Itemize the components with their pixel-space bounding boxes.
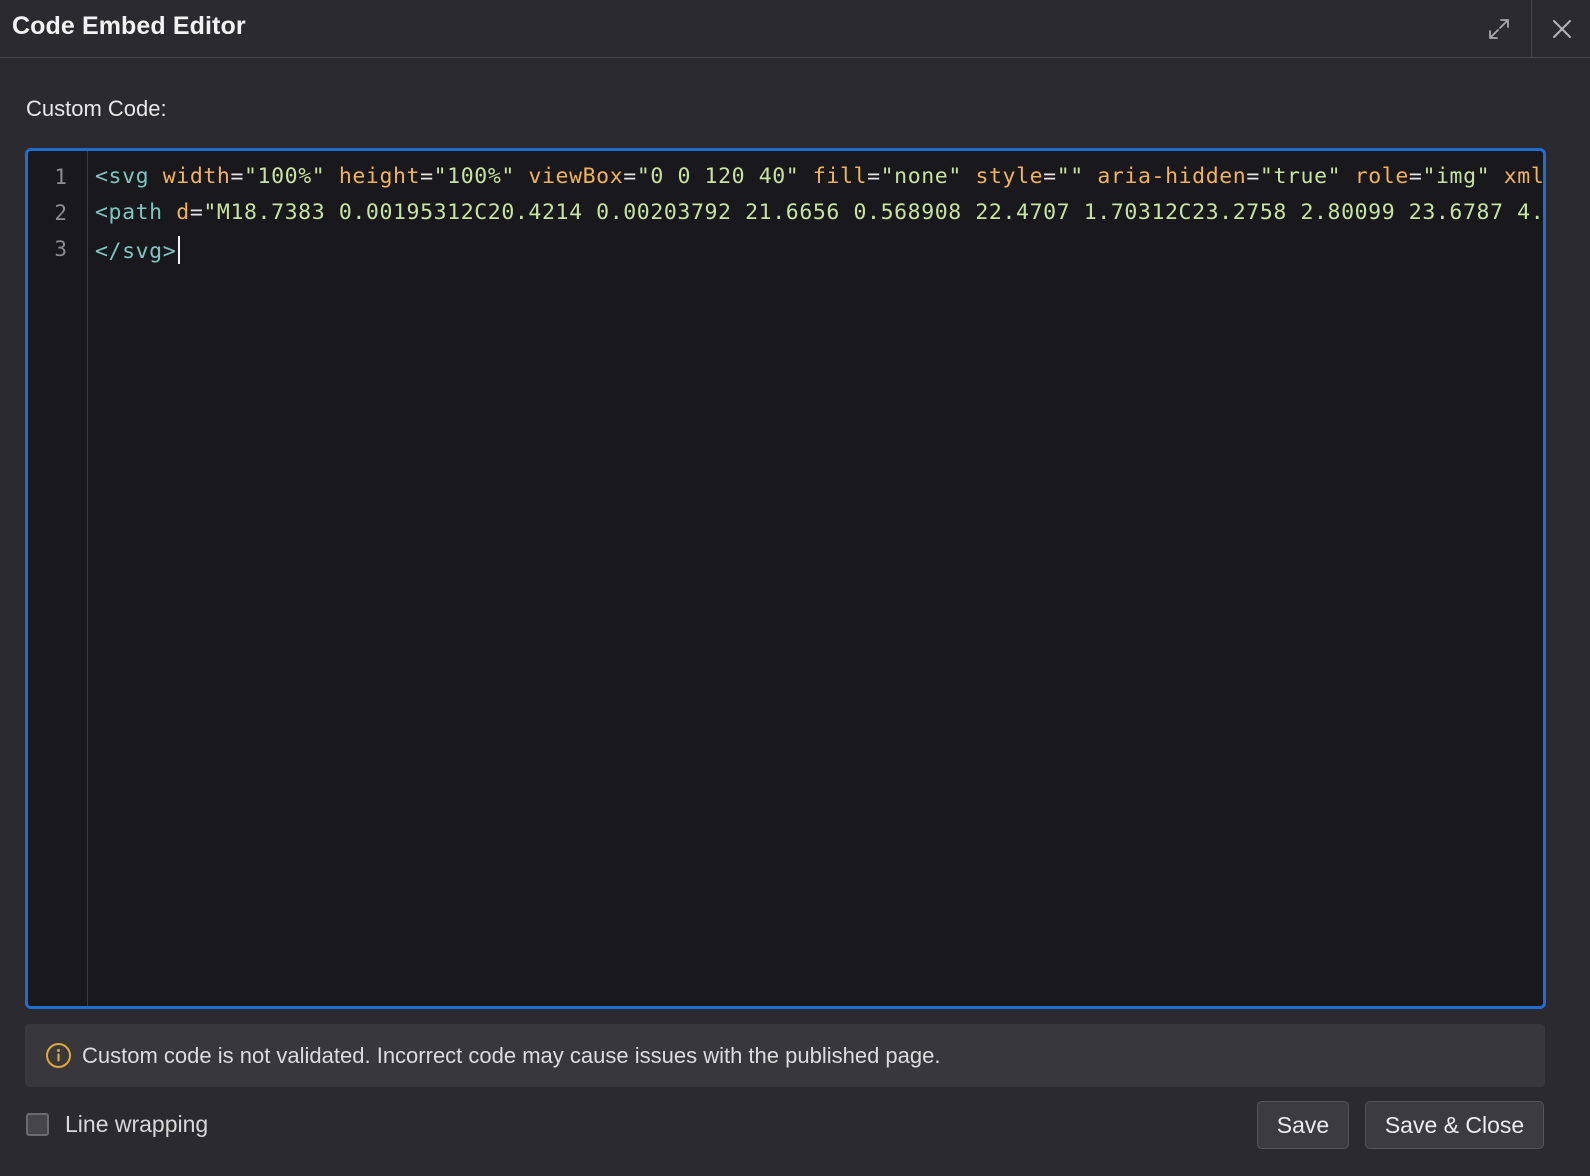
code-token: = <box>867 164 881 189</box>
text-cursor <box>178 236 181 264</box>
code-token: = <box>420 164 434 189</box>
save-close-button[interactable]: Save & Close <box>1365 1101 1544 1149</box>
code-token: <svg <box>95 164 150 189</box>
code-token: = <box>1408 164 1423 189</box>
code-line[interactable]: </svg> <box>95 236 181 264</box>
code-token: aria-hidden <box>1097 164 1247 189</box>
custom-code-label: Custom Code: <box>26 96 167 121</box>
code-token: "100%" <box>433 164 515 189</box>
line-number: 2 <box>54 201 67 225</box>
code-token: d <box>176 200 190 225</box>
code-token: = <box>1043 164 1057 189</box>
code-token: role <box>1354 164 1409 189</box>
code-token: xmln <box>1503 164 1543 189</box>
code-token: "M18.7383 0.00195312C20.4214 0.00203792 … <box>203 200 1543 225</box>
line-wrapping-label[interactable]: Line wrapping <box>65 1111 208 1138</box>
code-token: "100%" <box>244 164 326 189</box>
code-line[interactable]: <path d="M18.7383 0.00195312C20.4214 0.0… <box>95 200 1543 225</box>
code-token: "true" <box>1259 164 1342 189</box>
close-icon <box>1552 20 1571 38</box>
code-token: style <box>975 164 1044 189</box>
code-token: "img" <box>1422 164 1491 189</box>
dialog-title: Code Embed Editor <box>12 12 246 40</box>
code-line[interactable]: <svg width="100%" height="100%" viewBox=… <box>95 164 1543 189</box>
code-token: fill <box>812 164 868 189</box>
code-token: height <box>338 164 421 189</box>
code-token: viewBox <box>528 164 624 189</box>
line-number-gutter: 1 2 3 <box>28 151 88 1006</box>
save-button[interactable]: Save <box>1257 1101 1349 1149</box>
expand-arrows-icon <box>1489 19 1509 39</box>
code-token: = <box>1246 164 1260 189</box>
expand-button[interactable] <box>1468 0 1530 58</box>
validation-warning: Custom code is not validated. Incorrect … <box>25 1024 1545 1087</box>
code-content[interactable]: <svg width="100%" height="100%" viewBox=… <box>95 151 1543 1006</box>
code-token: = <box>230 164 245 189</box>
code-token: = <box>623 164 637 189</box>
dialog-header: Code Embed Editor <box>0 0 1590 58</box>
code-token: width <box>162 164 231 189</box>
close-button[interactable] <box>1531 0 1590 58</box>
line-number: 3 <box>54 237 67 261</box>
code-token: = <box>189 200 204 225</box>
code-token: <path <box>95 200 163 225</box>
code-token: </svg> <box>95 239 177 264</box>
code-token: "none" <box>880 164 962 189</box>
code-token: "" <box>1056 164 1084 189</box>
code-token: "0 0 120 40" <box>636 164 800 189</box>
info-icon <box>46 1043 71 1068</box>
line-wrapping-checkbox[interactable] <box>26 1113 49 1136</box>
line-number: 1 <box>54 165 67 189</box>
code-editor[interactable]: 1 2 3 <svg width="100%" height="100%" vi… <box>25 148 1546 1009</box>
warning-text: Custom code is not validated. Incorrect … <box>82 1042 941 1068</box>
